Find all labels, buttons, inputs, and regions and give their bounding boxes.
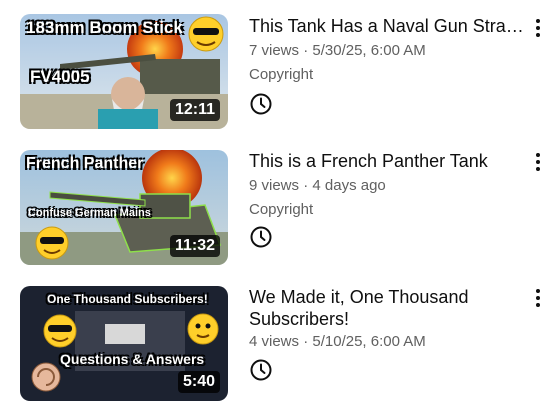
video-item-2[interactable]: French Panther Confuse German Mains 11:3… [0,150,560,270]
thumbnail-overlay-title: French Panther [26,155,144,172]
more-options-icon[interactable] [532,150,544,174]
video-date: 5/30/25, 6:00 AM [312,42,426,59]
more-options-icon[interactable] [532,16,544,40]
video-date: 4 days ago [312,177,386,194]
video-stats: 4 views · 5/10/25, 6:00 AM [249,333,426,350]
video-duration: 11:32 [169,235,220,257]
video-duration: 5:40 [177,371,220,393]
clock-icon [250,359,272,381]
video-views: 4 views [249,333,300,350]
video-license: Copyright [249,201,314,218]
video-date: 5/10/25, 6:00 AM [312,333,426,350]
more-options-icon[interactable] [532,286,544,310]
thumbnail-overlay-subtitle: Questions & Answers [60,351,205,367]
video-license: Copyright [249,66,314,83]
thumbnail-overlay-subtitle: Confuse German Mains [28,207,151,219]
clock-icon [250,226,272,248]
video-duration: 12:11 [169,99,220,121]
video-views: 9 views [249,177,300,194]
video-thumbnail[interactable]: French Panther Confuse German Mains 11:3… [20,150,228,265]
video-title[interactable]: This Tank Has a Naval Gun Stra… [249,15,524,37]
video-title[interactable]: This is a French Panther Tank [249,150,524,172]
video-item-3[interactable]: One Thousand Subscribers! Questions & An… [0,286,560,406]
video-stats: 9 views · 4 days ago [249,177,386,194]
video-stats: 7 views · 5/30/25, 6:00 AM [249,42,426,59]
thumbnail-overlay-title: 183mm Boom Stick [26,18,183,37]
video-views: 7 views [249,42,300,59]
video-thumbnail[interactable]: One Thousand Subscribers! Questions & An… [20,286,228,401]
video-item-1[interactable]: 183mm Boom Stick FV4005 12:11 This Tank … [0,14,560,134]
video-title[interactable]: We Made it, One Thousand Subscribers! [249,286,524,330]
video-thumbnail[interactable]: 183mm Boom Stick FV4005 12:11 [20,14,228,129]
clock-icon [250,93,272,115]
thumbnail-overlay-subtitle: FV4005 [30,67,90,86]
thumbnail-overlay-title: One Thousand Subscribers! [47,292,208,306]
